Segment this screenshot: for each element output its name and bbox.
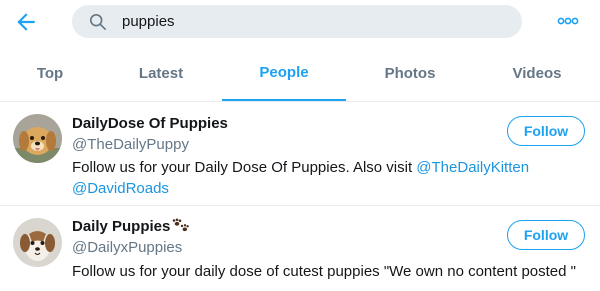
avatar[interactable] (13, 218, 62, 267)
search-bar[interactable] (72, 5, 522, 38)
avatar[interactable] (13, 114, 62, 163)
user-handle[interactable]: @TheDailyPuppy (72, 136, 189, 153)
paw-prints-icon (171, 218, 190, 232)
follow-button[interactable]: Follow (507, 116, 585, 146)
user-bio: Follow us for your daily dose of cutest … (72, 263, 576, 280)
bio-mention-link[interactable]: @DavidRoads (72, 180, 169, 197)
more-options-icon[interactable] (556, 13, 580, 29)
tab-top[interactable]: Top (0, 45, 100, 101)
tab-videos[interactable]: Videos (474, 45, 600, 101)
user-result[interactable]: DailyDose Of Puppies @TheDailyPuppy Foll… (0, 102, 600, 206)
tab-people[interactable]: People (222, 45, 346, 101)
user-display-name[interactable]: Daily Puppies (72, 218, 190, 235)
bio-mention-link[interactable]: @TheDailyKitten (416, 159, 529, 176)
tab-photos[interactable]: Photos (346, 45, 474, 101)
user-display-name-text: Daily Puppies (72, 218, 171, 235)
bio-text: Follow us for your Daily Dose Of Puppies… (72, 159, 417, 176)
user-handle[interactable]: @DailyxPuppies (72, 239, 182, 256)
search-tabs: Top Latest People Photos Videos (0, 45, 600, 102)
back-arrow-icon[interactable] (13, 9, 39, 35)
tab-latest[interactable]: Latest (100, 45, 222, 101)
search-icon (89, 13, 107, 31)
user-display-name[interactable]: DailyDose Of Puppies (72, 115, 228, 132)
search-input[interactable] (122, 11, 502, 32)
follow-button[interactable]: Follow (507, 220, 585, 250)
top-bar (0, 0, 600, 45)
user-bio: Follow us for your Daily Dose Of Puppies… (72, 157, 587, 199)
user-result[interactable]: Daily Puppies @DailyxPuppies Follow us f… (0, 206, 600, 291)
